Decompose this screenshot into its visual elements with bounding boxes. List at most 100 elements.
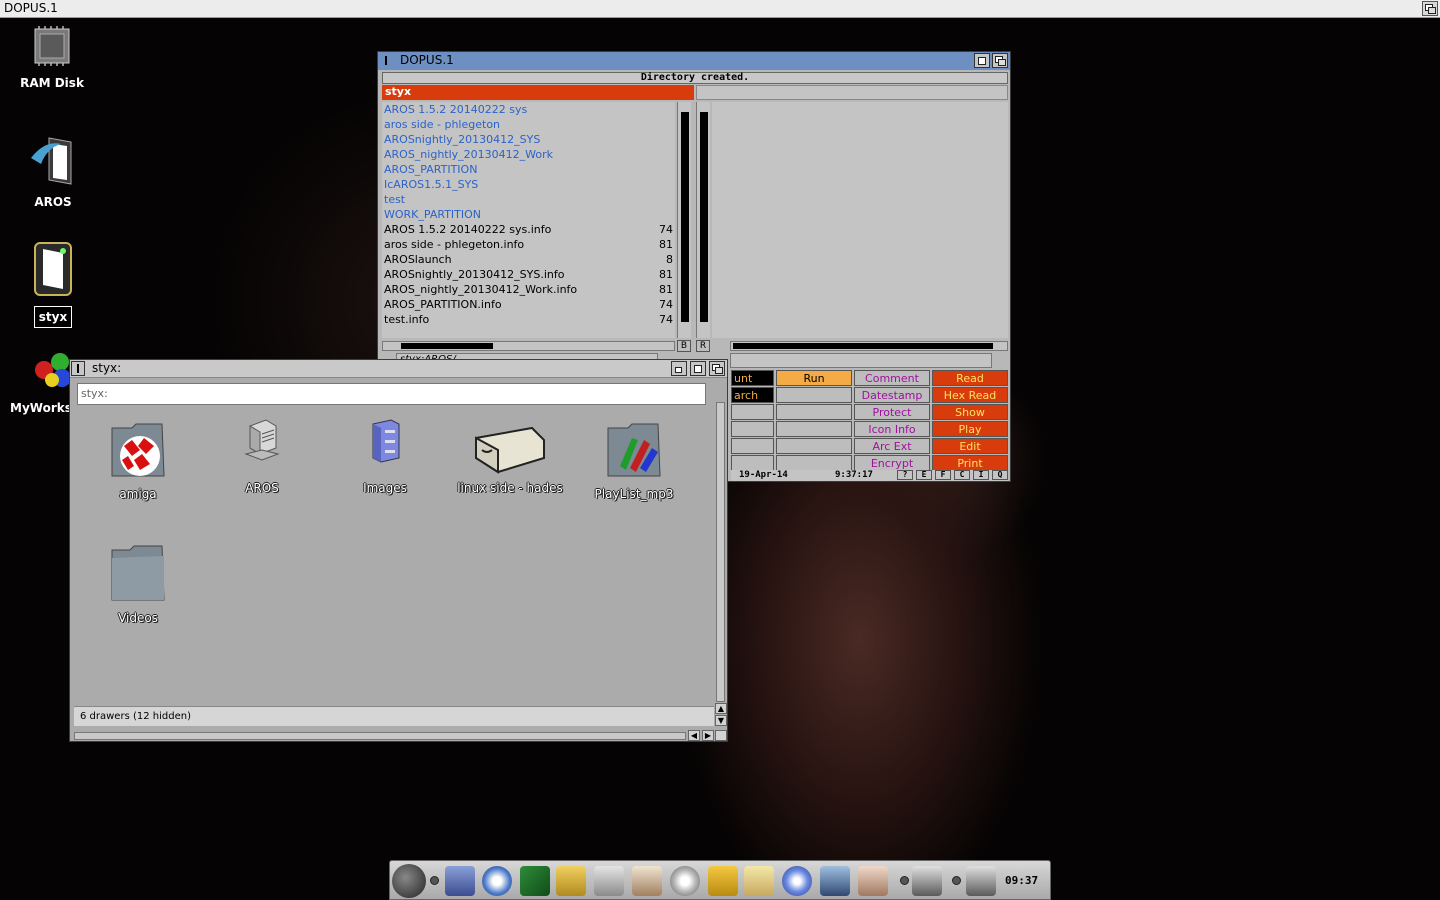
drawer-icon-linux-side-hades[interactable]: linux side - hades xyxy=(450,422,570,495)
drawer-icon-aros[interactable]: AROS xyxy=(202,418,322,495)
help-button[interactable]: ? xyxy=(897,470,913,480)
function-button[interactable]: Play xyxy=(932,421,1008,437)
function-button[interactable]: Datestamp xyxy=(854,387,930,403)
zoom-gadget[interactable] xyxy=(690,361,706,376)
function-button[interactable] xyxy=(731,421,774,437)
buffer-button[interactable]: B xyxy=(677,340,691,352)
function-button[interactable] xyxy=(776,387,852,403)
right-horizontal-scroll[interactable] xyxy=(730,341,1008,351)
scroll-up-button[interactable]: ▲ xyxy=(715,703,727,714)
scroll-knob[interactable] xyxy=(700,112,708,322)
function-button[interactable]: unt xyxy=(731,370,774,386)
errors-button[interactable]: E xyxy=(916,470,932,480)
path-field[interactable]: styx: xyxy=(77,383,706,405)
horizontal-scrollbar[interactable] xyxy=(74,732,686,740)
function-button[interactable]: Run xyxy=(776,370,852,386)
left-scrollbar[interactable] xyxy=(677,102,691,338)
iconify-gadget[interactable] xyxy=(671,361,687,376)
left-horizontal-scroll[interactable] xyxy=(382,341,675,351)
wordprocessor-icon[interactable] xyxy=(708,866,738,896)
file-list-row[interactable]: IcAROS1.5.1_SYS xyxy=(382,177,675,192)
scroll-left-button[interactable]: ◀ xyxy=(688,730,700,741)
drawer-icon-videos[interactable]: Videos xyxy=(78,542,198,625)
vertical-scrollbar[interactable] xyxy=(716,402,725,702)
function-button[interactable] xyxy=(776,421,852,437)
file-list-row[interactable]: WORK_PARTITION xyxy=(382,207,675,222)
desktop-icon-aros[interactable]: AROS xyxy=(8,134,98,209)
function-button[interactable]: Edit xyxy=(932,438,1008,454)
function-button[interactable] xyxy=(776,404,852,420)
network-icon[interactable] xyxy=(820,866,850,896)
close-gadget[interactable] xyxy=(71,361,85,376)
file-list-row[interactable]: test.info 74 xyxy=(382,312,675,327)
book-icon[interactable] xyxy=(520,866,550,896)
right-path-field[interactable] xyxy=(730,353,992,368)
window-icon[interactable] xyxy=(912,866,942,896)
drawer-icon-playlist-mp3[interactable]: PlayList_mp3 xyxy=(574,420,694,501)
scroll-knob[interactable] xyxy=(733,343,993,349)
function-button[interactable]: arch xyxy=(731,387,774,403)
reread-button[interactable]: R xyxy=(696,340,710,352)
function-button[interactable]: Print xyxy=(932,455,1008,471)
tools-icon[interactable] xyxy=(594,866,624,896)
settings-gauge-icon[interactable] xyxy=(782,866,812,896)
drawer-icon-amiga[interactable]: amiga xyxy=(78,420,198,501)
file-list-row[interactable]: test xyxy=(382,192,675,207)
window-icon[interactable] xyxy=(966,866,996,896)
left-lister-header[interactable]: styx xyxy=(382,85,694,100)
function-button[interactable] xyxy=(731,404,774,420)
file-list-row[interactable]: AROS 1.5.2 20140222 sys xyxy=(382,102,675,117)
file-list-row[interactable]: aros side - phlegeton xyxy=(382,117,675,132)
configure-button[interactable]: C xyxy=(954,470,970,480)
drawer-icon-images[interactable]: Images xyxy=(325,418,445,495)
screen-depth-gadget[interactable] xyxy=(1422,1,1438,16)
iconify-button[interactable]: I xyxy=(973,470,989,480)
function-button[interactable] xyxy=(776,438,852,454)
resize-gadget[interactable] xyxy=(715,730,727,741)
function-button[interactable]: Read xyxy=(932,370,1008,386)
desktop-icon-styx[interactable]: styx xyxy=(8,241,98,328)
function-button[interactable]: Comment xyxy=(854,370,930,386)
function-button[interactable] xyxy=(731,438,774,454)
depth-gadget[interactable] xyxy=(709,361,725,376)
file-list-row[interactable]: aros side - phlegeton.info 81 xyxy=(382,237,675,252)
browser-compass-icon[interactable] xyxy=(482,866,512,896)
scroll-down-button[interactable]: ▼ xyxy=(715,715,727,726)
filesystem-icon[interactable] xyxy=(445,866,475,896)
styx-title-bar[interactable]: styx: xyxy=(70,360,727,378)
zoom-gadget[interactable] xyxy=(974,53,990,68)
right-file-list[interactable] xyxy=(712,102,1008,338)
scroll-right-button[interactable]: ▶ xyxy=(702,730,714,741)
file-list-row[interactable]: AROS_PARTITION.info 74 xyxy=(382,297,675,312)
file-list-row[interactable]: AROS_PARTITION xyxy=(382,162,675,177)
disc-icon[interactable] xyxy=(670,866,700,896)
function-button[interactable] xyxy=(731,455,774,471)
quit-button[interactable]: Q xyxy=(992,470,1008,480)
dopus-title-bar[interactable]: DOPUS.1 xyxy=(378,52,1010,70)
function-button[interactable]: Protect xyxy=(854,404,930,420)
documents-icon[interactable] xyxy=(744,866,774,896)
function-button[interactable] xyxy=(776,455,852,471)
file-list-row[interactable]: AROS_nightly_20130412_Work xyxy=(382,147,675,162)
drive-icon[interactable] xyxy=(556,866,586,896)
function-button[interactable]: Hex Read xyxy=(932,387,1008,403)
file-list-row[interactable]: AROS_nightly_20130412_Work.info 81 xyxy=(382,282,675,297)
flags-button[interactable]: F xyxy=(935,470,951,480)
scroll-knob[interactable] xyxy=(401,343,493,349)
close-gadget[interactable] xyxy=(379,53,393,68)
image-viewer-icon[interactable] xyxy=(632,866,662,896)
file-list-row[interactable]: AROS 1.5.2 20140222 sys.info 74 xyxy=(382,222,675,237)
file-list-row[interactable]: AROSlaunch 8 xyxy=(382,252,675,267)
scroll-knob[interactable] xyxy=(681,112,689,322)
function-button[interactable]: Show xyxy=(932,404,1008,420)
desktop-icon-ram-disk[interactable]: RAM Disk xyxy=(7,25,97,90)
function-button[interactable]: Arc Ext xyxy=(854,438,930,454)
right-lister-header[interactable] xyxy=(696,85,1008,100)
right-scrollbar[interactable] xyxy=(696,102,710,338)
function-button[interactable]: Encrypt xyxy=(854,455,930,471)
clipboard-icon[interactable] xyxy=(858,866,888,896)
aros-menu-icon[interactable] xyxy=(392,864,426,898)
file-list-row[interactable]: AROSnightly_20130412_SYS.info 81 xyxy=(382,267,675,282)
left-file-list[interactable]: AROS 1.5.2 20140222 sys aros side - phleg… xyxy=(382,102,675,338)
function-button[interactable]: Icon Info xyxy=(854,421,930,437)
